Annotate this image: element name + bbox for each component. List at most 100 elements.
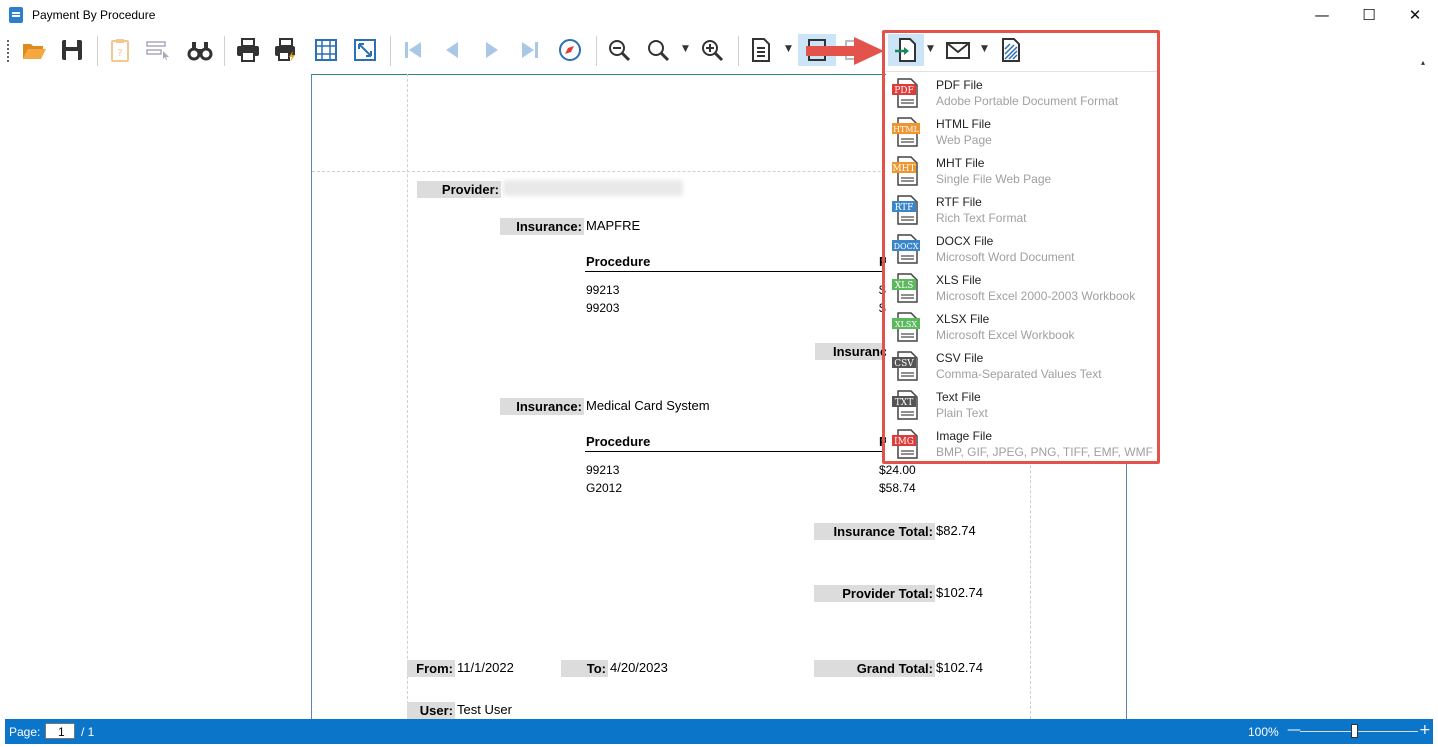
export-item-description: Microsoft Word Document: [936, 250, 1075, 264]
procedure-amount: $: [879, 283, 886, 297]
export-item-title: RTF File: [936, 195, 982, 209]
zoom-out-icon[interactable]: [604, 34, 634, 66]
export-item-description: Single File Web Page: [936, 172, 1052, 186]
export-item-title: HTML File: [936, 117, 991, 131]
rtf-file-icon: RTF: [892, 195, 918, 225]
file-badge: PDF: [894, 86, 914, 96]
zoom-in-button[interactable]: +: [1419, 722, 1431, 738]
export-item-title: Image File: [936, 429, 993, 443]
xlsx-file-icon: XLSX: [892, 312, 920, 342]
send-email-dropdown-chevron-icon[interactable]: ▼: [981, 44, 988, 54]
procedure-amount: $: [879, 301, 886, 315]
provider-label: Provider:: [417, 181, 501, 198]
file-badge: MHT: [892, 164, 915, 174]
zoom-slider[interactable]: [1300, 731, 1418, 732]
insurance-name: Medical Card System: [586, 398, 710, 413]
file-badge: XLS: [895, 281, 914, 291]
export-item-title: PDF File: [936, 78, 983, 92]
send-email-icon[interactable]: [943, 34, 973, 66]
window-title: Payment By Procedure: [32, 8, 156, 22]
export-menu-item-csv[interactable]: CSV CSV File Comma-Separated Values Text: [886, 347, 1157, 386]
export-item-title: DOCX File: [936, 234, 994, 248]
watermark-icon[interactable]: [996, 34, 1026, 66]
title-bar: Payment By Procedure — ☐ ✕: [0, 0, 1438, 30]
export-item-description: Comma-Separated Values Text: [936, 367, 1102, 381]
toolbar-separator: [390, 36, 391, 66]
close-button[interactable]: ✕: [1392, 0, 1438, 30]
from-label: From:: [407, 660, 455, 677]
insurance-total-label: Insurance Total:: [814, 523, 935, 540]
procedure-code: 99203: [586, 301, 620, 315]
svg-text:?: ?: [117, 48, 122, 59]
page-layout-icon[interactable]: [746, 34, 776, 66]
parameters-icon: ?: [105, 34, 135, 66]
editing-fields-icon: [143, 34, 173, 66]
export-menu-item-pdf[interactable]: PDF PDF File Adobe Portable Document Forma…: [886, 74, 1157, 113]
zoom-dropdown-chevron-icon[interactable]: ▼: [682, 44, 689, 54]
xls-file-icon: XLS: [892, 273, 918, 303]
find-icon[interactable]: [185, 34, 215, 66]
txt-file-icon: TXT: [892, 390, 918, 420]
file-badge: HTML: [893, 125, 920, 134]
app-icon: [9, 7, 23, 23]
export-icon[interactable]: [888, 34, 924, 66]
toolbar-grip[interactable]: [7, 40, 9, 62]
export-menu-item-xlsx[interactable]: XLSX XLSX File Microsoft Excel Workbook: [886, 308, 1157, 347]
export-item-description: Web Page: [936, 133, 992, 147]
page-setup-icon[interactable]: [311, 34, 341, 66]
first-page-icon: [398, 34, 428, 66]
export-menu-item-rtf[interactable]: RTF RTF File Rich Text Format: [886, 191, 1157, 230]
document-preview[interactable]: Provider: Insurance: MAPFRE Procedure P …: [0, 74, 1438, 719]
insurance-name: MAPFRE: [586, 218, 641, 233]
file-badge: IMG: [894, 437, 914, 447]
export-item-description: Adobe Portable Document Format: [936, 94, 1119, 108]
status-bar: Page: 1 / 1 100% — +: [5, 719, 1433, 744]
export-menu-item-txt[interactable]: TXT Text File Plain Text: [886, 386, 1157, 425]
zoom-out-button[interactable]: —: [1287, 722, 1301, 738]
procedure-amount: $58.74: [879, 481, 916, 495]
grand-total-value: $102.74: [936, 660, 983, 675]
insurance-label: Insurance:: [500, 218, 584, 235]
zoom-level: 100%: [1248, 725, 1279, 739]
export-menu-item-xls[interactable]: XLS XLS File Microsoft Excel 2000-2003 Wor…: [886, 269, 1157, 308]
img-file-icon: IMG: [892, 429, 918, 459]
procedure-column-header: Procedure: [586, 434, 651, 449]
export-item-description: Microsoft Excel 2000-2003 Workbook: [936, 289, 1136, 303]
print-icon[interactable]: [233, 34, 263, 66]
docx-file-icon: DOCX: [892, 234, 920, 264]
toolbar-separator: [738, 36, 739, 66]
export-menu-item-mht[interactable]: MHT MHT File Single File Web Page: [886, 152, 1157, 191]
export-menu-item-html[interactable]: HTML HTML File Web Page: [886, 113, 1157, 152]
scale-icon[interactable]: [350, 34, 380, 66]
zoom-icon[interactable]: [643, 34, 673, 66]
insurance-total-label: Insurance: [815, 343, 894, 360]
page-layout-dropdown-chevron-icon[interactable]: ▼: [785, 44, 792, 54]
toolbar-overflow-icon[interactable]: ▴: [1421, 58, 1425, 67]
export-menu-item-docx[interactable]: DOCX DOCX File Microsoft Word Document: [886, 230, 1157, 269]
quick-print-icon[interactable]: [271, 34, 301, 66]
export-item-title: XLS File: [936, 273, 982, 287]
open-icon[interactable]: [19, 34, 49, 66]
mht-file-icon: MHT: [892, 156, 918, 186]
procedure-column-header: Procedure: [586, 254, 651, 269]
minimize-button[interactable]: —: [1299, 0, 1345, 30]
export-item-description: Plain Text: [936, 406, 988, 420]
navigation-icon[interactable]: [555, 34, 585, 66]
zoom-in-icon[interactable]: [697, 34, 727, 66]
maximize-button[interactable]: ☐: [1346, 0, 1392, 30]
page-number-input[interactable]: 1: [45, 723, 75, 739]
to-label: To:: [561, 660, 608, 677]
previous-page-icon: [437, 34, 467, 66]
callout-arrow-icon: [806, 37, 884, 65]
from-value: 11/1/2022: [457, 660, 514, 675]
next-page-icon: [477, 34, 507, 66]
export-dropdown-chevron-icon[interactable]: ▼: [927, 44, 934, 54]
zoom-slider-thumb[interactable]: [1351, 724, 1359, 738]
file-badge: XLSX: [895, 320, 917, 329]
user-value: Test User: [457, 702, 512, 717]
insurance-total-value: $82.74: [936, 523, 976, 538]
toolbar-separator: [224, 36, 225, 66]
export-menu-item-img[interactable]: IMG Image File BMP, GIF, JPEG, PNG, TIFF, …: [886, 425, 1157, 464]
to-value: 4/20/2023: [610, 660, 668, 675]
save-icon[interactable]: [57, 34, 87, 66]
